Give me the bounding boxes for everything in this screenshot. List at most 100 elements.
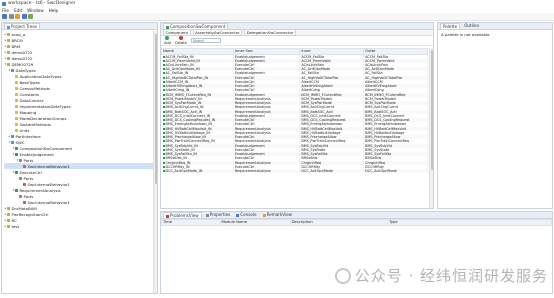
tab-properties[interactable]: Properties [204, 212, 233, 218]
tree-node-icon [15, 122, 18, 126]
tree-item-label: Ports [23, 175, 34, 181]
tree-node-icon [15, 170, 18, 174]
subtab-assembly-connector[interactable]: AssemblySwConnector [192, 29, 243, 36]
table-cell: DCC_AcitOpnMode [299, 169, 365, 174]
connector-table: Name Inner Swc Inner Outer ACCM_FailSta_IN E… [161, 48, 428, 174]
tree-item-label: test [11, 223, 19, 229]
tree-item[interactable]: ▸ test [4, 223, 157, 229]
tree-node-icon [7, 50, 10, 54]
connector-icon [162, 68, 165, 71]
editor-toolbar: Add Delete [161, 36, 433, 46]
connector-icon [162, 114, 165, 117]
connector-icon [162, 85, 165, 88]
tree-node-icon [19, 194, 22, 198]
tree-item-label: PwrRecognitionCtrl [11, 211, 49, 217]
tree-item-label: SwcInternalBehavior1 [27, 163, 71, 169]
tree-item-label: Mapping [19, 109, 37, 115]
tab-project-trees[interactable]: Project Trees [4, 23, 40, 29]
window-title: workspace - ts6 - SwcDesigner [8, 1, 76, 6]
connector-icon [162, 136, 165, 139]
cell-text: RequirementAnalysis [234, 169, 271, 174]
tree-item-label: demo0722 [11, 49, 33, 55]
menu-help[interactable]: Help [49, 8, 59, 13]
toolbar-button-icon[interactable] [21, 14, 27, 19]
col-module-name[interactable]: Module Name [219, 219, 291, 226]
editor-scroll-thumb[interactable] [430, 50, 433, 170]
connector-icon [162, 148, 165, 151]
project-tree: ▸ ecop_a ▸ BRCM ▸ BRM ▸ demo0722 ▸ demo0722 ▾ DEMO0… [2, 30, 157, 229]
table-cell: DCC_AcitOpnMode_IN [161, 169, 234, 174]
table-cell: DCC_AcitOpnMode [363, 169, 428, 174]
tree-node-icon [11, 134, 14, 138]
editor-panel: CompositionSwComponent Component Assembl… [160, 22, 434, 209]
tree-node-icon [7, 62, 10, 66]
problems-icon [166, 214, 169, 218]
tree-node-icon [11, 140, 14, 144]
tree-node-icon [15, 74, 18, 78]
tab-remark-view[interactable]: RemarkView [261, 212, 294, 218]
cell-text: DCC_AcitOpnMode [365, 169, 397, 174]
subtab-component[interactable]: Component [163, 29, 191, 36]
console-icon [236, 213, 240, 217]
tab-palette[interactable]: Palette [440, 23, 461, 29]
tree-node-icon [7, 38, 10, 42]
tree-item-label: SwAddrMethods [19, 121, 51, 127]
tree-node-icon [15, 188, 18, 192]
tree-item-label: Ports [23, 157, 34, 163]
add-button[interactable]: Add [164, 36, 171, 45]
connector-icon [162, 59, 165, 62]
tab-outline[interactable]: Outline [462, 23, 481, 29]
watermark: 公众号 · 经纬恒润研发服务 [334, 265, 548, 286]
toolbar-button-icon[interactable] [8, 14, 14, 19]
connector-icon [162, 76, 165, 79]
col-time[interactable]: Time [161, 219, 221, 226]
connector-icon [162, 127, 165, 130]
tree-item-label: CompositionSwComponent [19, 145, 73, 151]
tree-node-icon [15, 110, 18, 114]
connector-icon [162, 170, 165, 173]
tree-scrollbar[interactable] [153, 31, 157, 293]
delete-icon [178, 36, 183, 41]
tree-scroll-thumb[interactable] [154, 34, 157, 184]
toolbar-button-icon[interactable] [2, 14, 7, 19]
delete-button[interactable]: Delete [175, 36, 187, 45]
tree-item-label: RC [11, 217, 17, 223]
tab-console[interactable]: Console [234, 212, 258, 218]
connector-icon [162, 72, 165, 75]
tree-node-icon [15, 80, 18, 84]
tab-problems-view[interactable]: ProblemsView [163, 212, 202, 218]
tree-item-label: DEMO0729 [11, 61, 34, 67]
problems-table: Time Module Name Description Type [161, 219, 552, 226]
tree-item-label: Constants [19, 91, 40, 97]
toolbar-button-icon[interactable] [15, 14, 20, 19]
menu-file[interactable]: File [2, 8, 9, 13]
tree-icon [7, 25, 10, 29]
tree-node-icon [15, 128, 18, 132]
toolbar-button-icon[interactable] [28, 14, 33, 19]
tree-node-icon [7, 32, 10, 36]
cell-text: DCC_AcitOpnMode [301, 169, 333, 174]
connector-icon [162, 153, 165, 156]
search-input[interactable] [190, 38, 221, 43]
tree-item-label: demo0722 [11, 55, 33, 61]
col-description[interactable]: Description [289, 219, 389, 226]
subtab-delegation-connector[interactable]: DelegationSwConnector [244, 29, 296, 36]
menu-window[interactable]: Window [27, 8, 44, 13]
tree-node-icon [7, 224, 10, 228]
palette-tabstrip: Palette Outline [438, 23, 552, 30]
table-row[interactable]: DCC_AcitOpnMode_IN RequirementAnalysis DCC… [161, 169, 428, 174]
tree-item-label: BaseTypes [19, 79, 40, 85]
project-tree-panel: Project Trees ▸ ecop_a ▸ BRCM ▸ BRM ▸ demo0722 ▸… [1, 22, 158, 294]
tree-item-label: Units [19, 127, 30, 133]
connector-table-wrap: Name Inner Swc Inner Outer ACCM_FailSta_IN E… [161, 48, 428, 208]
window-titlebar: workspace - ts6 - SwcDesigner [0, 0, 554, 7]
tree-item-label: CompuMethods [19, 85, 50, 91]
tree-item-label: SwcInternalBehavior1 [27, 199, 71, 205]
menu-edit[interactable]: Edit [14, 8, 22, 13]
connector-icon [162, 97, 165, 100]
tree-node-icon [23, 200, 26, 204]
tree-item-label: BRM [11, 43, 21, 49]
col-type[interactable]: Type [387, 219, 552, 226]
palette-panel: Palette Outline A palette is not availab… [437, 22, 553, 209]
editor-scrollbar[interactable] [429, 48, 433, 208]
